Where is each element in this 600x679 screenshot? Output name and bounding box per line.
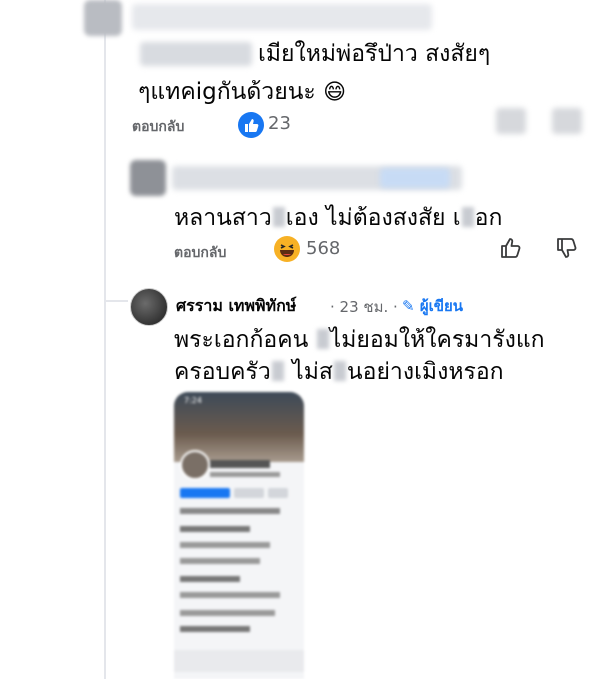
comment-text-line: ๆแทคigกันด้วยนะ 😄 — [138, 76, 346, 109]
phone-row — [180, 542, 270, 548]
profile-avatar — [180, 450, 210, 480]
pencil-icon: ✎ — [402, 297, 415, 315]
phone-tabs — [180, 508, 280, 514]
dislike-button[interactable] — [552, 233, 582, 263]
comment-text-line: เมียใหม่พ่อรึป่าว สงสัยๆ — [258, 38, 490, 70]
reaction-count[interactable]: 568 — [306, 238, 340, 259]
author-avatar[interactable] — [130, 288, 168, 326]
censor-block — [333, 361, 346, 381]
profile-sub — [210, 472, 280, 477]
haha-icon — [274, 236, 300, 262]
reaction-count[interactable]: 23 — [268, 113, 291, 134]
phone-row — [180, 592, 280, 598]
redacted-tag — [380, 168, 450, 188]
comment-text: หลานสาว — [174, 205, 272, 231]
phone-row — [180, 610, 275, 616]
like-icon — [238, 112, 264, 138]
profile-button — [234, 488, 264, 498]
comment-time[interactable]: · 23 ชม. · — [330, 295, 398, 319]
comment-text: ไม่ยอมให้ใครมารังแก — [329, 327, 545, 353]
comment-text: เมียใหม่พ่อรึป่าว สงสัยๆ — [258, 41, 491, 67]
like-button[interactable] — [496, 108, 526, 134]
comment-text: เอง ไม่ต้องสงสัย เ — [285, 205, 461, 231]
avatar[interactable] — [84, 0, 122, 36]
phone-navbar — [174, 650, 304, 672]
attachment-image[interactable]: 7:24 — [174, 392, 304, 679]
dislike-button[interactable] — [552, 108, 582, 134]
comment-text: ๆแทคigกันด้วยนะ — [138, 79, 316, 105]
comment-text-line: หลานสาว เอง ไม่ต้องสงสัย เ อก — [174, 202, 502, 234]
redacted-name — [140, 42, 252, 66]
redacted-name — [132, 4, 432, 30]
comment-text: นอย่างเมิงหรอก — [346, 359, 504, 385]
thread-line-main — [104, 0, 106, 679]
author-badge-label: ผู้เขียน — [419, 297, 464, 315]
comment-text-line: พระเอกก้อคน ไม่ยอมให้ใครมารังแก — [174, 324, 545, 356]
comment-text-line: ครอบครัว ไม่ส นอย่างเมิงหรอก — [174, 356, 504, 388]
comment-text: พระเอกก้อคน — [174, 327, 309, 353]
censor-block — [316, 329, 329, 349]
phone-status-time: 7:24 — [184, 396, 202, 405]
avatar[interactable] — [130, 160, 166, 196]
phone-row — [180, 576, 240, 582]
comment-text: อก — [474, 205, 503, 231]
profile-button — [180, 488, 230, 498]
profile-name — [210, 460, 270, 468]
like-button[interactable] — [496, 233, 526, 263]
censor-block — [461, 207, 474, 227]
profile-button — [268, 488, 288, 498]
reply-link[interactable]: ตอบกลับ — [174, 242, 226, 264]
phone-row — [180, 626, 250, 632]
thread-line-reply — [104, 300, 128, 302]
censor-block — [272, 207, 285, 227]
censor-block — [271, 361, 284, 381]
thumbs-down-icon — [557, 238, 577, 258]
thumbs-up-icon — [501, 238, 521, 258]
comment-text: ครอบครัว — [174, 359, 271, 385]
phone-row — [180, 526, 250, 532]
reply-link[interactable]: ตอบกลับ — [132, 116, 184, 138]
author-badge: ✎ ผู้เขียน — [402, 294, 463, 318]
grinning-emoji-icon: 😄 — [323, 80, 347, 105]
author-name[interactable]: ศรราม เทพพิทักษ์ — [176, 294, 296, 319]
comment-text: ไม่ส — [292, 359, 333, 385]
phone-row — [180, 558, 260, 564]
